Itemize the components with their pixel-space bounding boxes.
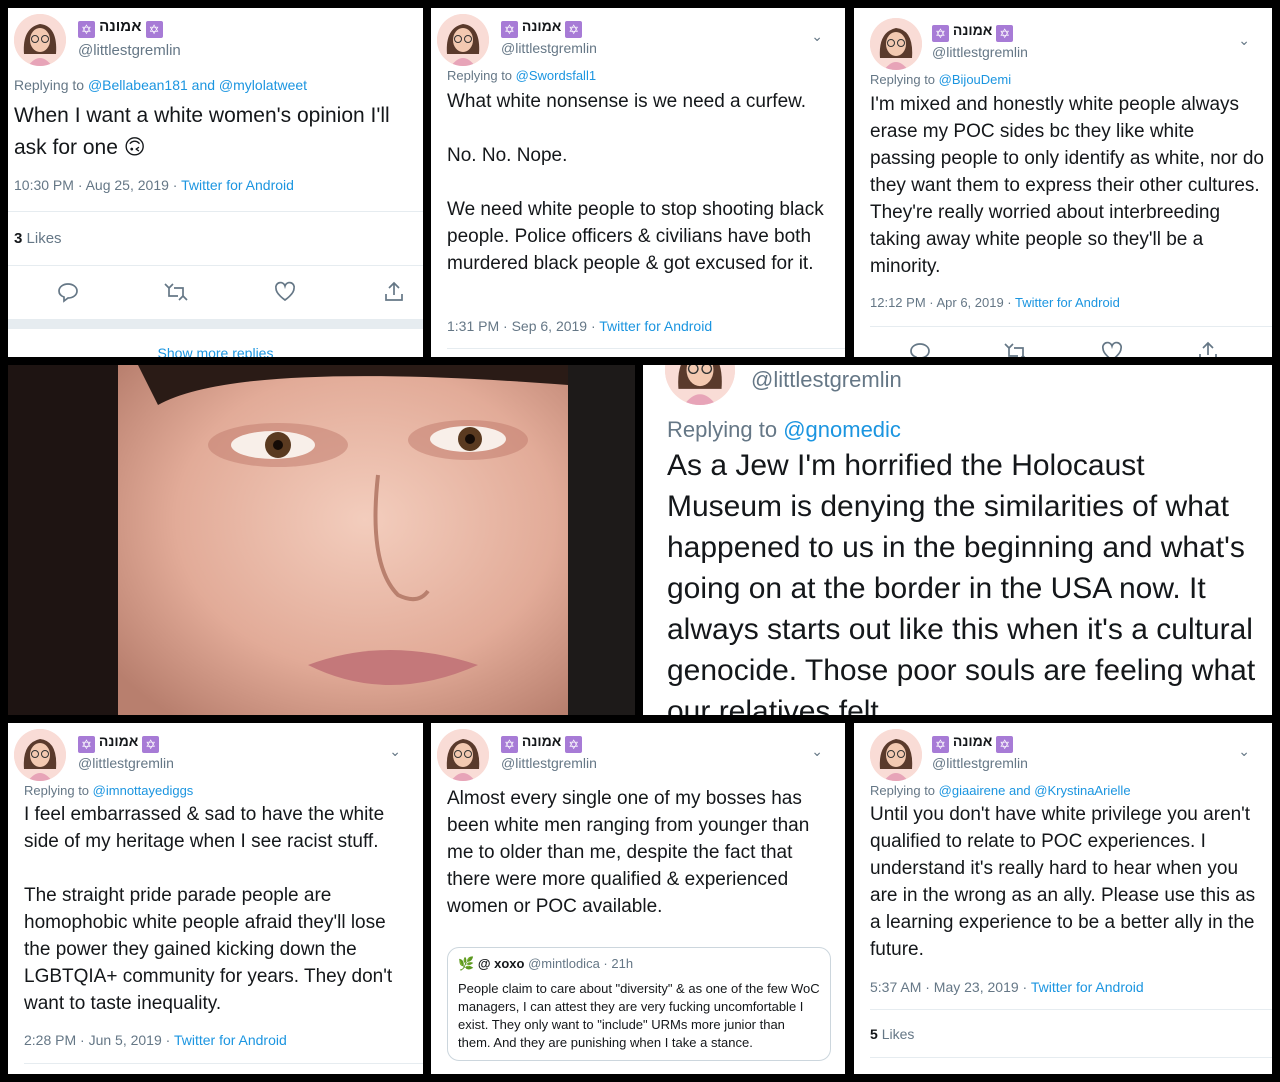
display-name: אמונה bbox=[521, 733, 562, 749]
likes-count[interactable]: 3 Likes bbox=[14, 230, 62, 247]
replying-to: Replying to @Bellabean181 and @mylolatwe… bbox=[14, 77, 308, 93]
replying-to: Replying to @imnottayediggs bbox=[24, 783, 194, 798]
show-more-replies-link[interactable]: Show more replies bbox=[8, 345, 423, 357]
user-handle[interactable]: @littlestgremlin bbox=[932, 755, 1028, 771]
quoted-display-name: @ xoxo bbox=[477, 956, 525, 971]
avatar[interactable] bbox=[665, 365, 735, 405]
reply-mention-link[interactable]: @Swordsfall1 bbox=[516, 68, 596, 83]
tweet-text: I feel embarrassed & sad to have the whi… bbox=[24, 804, 393, 1014]
star-of-david-icon: ✡ bbox=[932, 25, 949, 42]
replying-to: Replying to @gnomedic bbox=[667, 417, 901, 442]
user-handle[interactable]: @littlestgremlin bbox=[78, 42, 181, 59]
avatar[interactable] bbox=[870, 18, 922, 70]
tweet-text: Until you don't have white privilege you… bbox=[870, 804, 1256, 960]
tweet-header: ✡ אמונה ✡ @littlestgremlin ⌄ bbox=[437, 729, 835, 789]
avatar[interactable] bbox=[437, 14, 489, 66]
tweet-text: When I want a white women's opinion I'll… bbox=[14, 104, 390, 159]
tweet-card[interactable]: ✡ אמונה ✡ @littlestgremlin Replying to @… bbox=[8, 8, 423, 357]
reply-mention-link[interactable]: @gnomedic bbox=[783, 417, 901, 442]
chevron-down-icon[interactable]: ⌄ bbox=[1238, 32, 1250, 49]
user-handle[interactable]: @littlestgremlin bbox=[501, 755, 597, 771]
user-handle[interactable]: @littlestgremlin bbox=[932, 44, 1028, 60]
display-name: אמונה bbox=[99, 18, 142, 35]
star-of-david-icon: ✡ bbox=[565, 736, 583, 753]
tweet-source-link[interactable]: Twitter for Android bbox=[1015, 295, 1120, 310]
tweet-header: ✡ אמונה ✡ @littlestgremlin ⌄ bbox=[860, 18, 1262, 78]
display-name: אמונה bbox=[98, 733, 139, 749]
tweet-source-link[interactable]: Twitter for Android bbox=[174, 1032, 287, 1048]
tweet-card-enlarged[interactable]: @littlestgremlin Replying to @gnomedic A… bbox=[643, 365, 1272, 715]
display-name: אמונה bbox=[952, 733, 993, 749]
user-handle[interactable]: @littlestgremlin bbox=[751, 367, 902, 393]
star-of-david-icon: ✡ bbox=[501, 21, 518, 38]
like-heart-icon[interactable] bbox=[1100, 340, 1124, 357]
tweet-card[interactable]: ✡ אמונה ✡ @littlestgremlin ⌄ Replying to… bbox=[854, 8, 1272, 357]
chevron-down-icon[interactable]: ⌄ bbox=[389, 743, 401, 760]
tweet-text: I'm mixed and honestly white people alwa… bbox=[870, 94, 1264, 277]
like-heart-icon[interactable] bbox=[273, 280, 297, 304]
leaf-emoji-icon: 🌿 bbox=[458, 956, 475, 971]
tweet-actions bbox=[8, 280, 423, 310]
quoted-tweet-text: People claim to care about "diversity" &… bbox=[458, 981, 820, 1050]
reply-mention-link[interactable]: @imnottayediggs bbox=[93, 783, 194, 798]
likes-count[interactable]: 5 Likes bbox=[870, 1026, 914, 1042]
tweet-timestamp: 12:12 PM · Apr 6, 2019 · Twitter for And… bbox=[870, 295, 1120, 310]
user-handle[interactable]: @littlestgremlin bbox=[501, 40, 597, 56]
chevron-down-icon[interactable]: ⌄ bbox=[811, 28, 823, 45]
share-icon[interactable] bbox=[382, 280, 406, 304]
star-of-david-icon: ✡ bbox=[142, 736, 160, 753]
tweet-actions bbox=[854, 340, 1272, 357]
tweet-source-link[interactable]: Twitter for Android bbox=[1031, 979, 1144, 995]
retweet-icon[interactable] bbox=[1004, 340, 1028, 357]
tweet-timestamp: 5:37 AM · May 23, 2019 · Twitter for And… bbox=[870, 979, 1144, 995]
chevron-down-icon[interactable]: ⌄ bbox=[811, 743, 823, 760]
quoted-tweet-header: 🌿 @ xoxo @mintlodica · 21h bbox=[458, 956, 820, 972]
tweet-header: ✡ אמונה ✡ @littlestgremlin ⌄ bbox=[14, 729, 413, 789]
quoted-tweet[interactable]: 🌿 @ xoxo @mintlodica · 21h People claim … bbox=[447, 947, 831, 1061]
star-of-david-icon: ✡ bbox=[78, 736, 95, 753]
tweet-card[interactable]: ✡ אמונה ✡ @littlestgremlin ⌄ Replying to… bbox=[8, 723, 423, 1074]
reply-icon[interactable] bbox=[908, 340, 932, 357]
star-of-david-icon: ✡ bbox=[996, 736, 1014, 753]
avatar[interactable] bbox=[870, 729, 922, 781]
user-handle[interactable]: @littlestgremlin bbox=[78, 755, 174, 771]
replying-to: Replying to @BijouDemi bbox=[870, 72, 1012, 87]
reply-mention-link[interactable]: @BijouDemi bbox=[939, 72, 1011, 87]
avatar[interactable] bbox=[437, 729, 489, 781]
quoted-handle: @mintlodica · 21h bbox=[528, 956, 634, 971]
share-icon[interactable] bbox=[1196, 340, 1220, 357]
selfie-photo bbox=[8, 365, 635, 715]
reply-mention-link[interactable]: @Bellabean181 and @mylolatweet bbox=[88, 77, 307, 93]
star-of-david-icon: ✡ bbox=[565, 21, 583, 38]
avatar[interactable] bbox=[14, 729, 66, 781]
tweet-header: ✡ אמונה ✡ @littlestgremlin bbox=[14, 14, 413, 74]
star-of-david-icon: ✡ bbox=[78, 21, 95, 38]
tweet-header: ✡ אמונה ✡ @littlestgremlin ⌄ bbox=[860, 729, 1262, 789]
reply-mention-link[interactable]: @giaairene and @KrystinaArielle bbox=[939, 783, 1131, 798]
tweet-text: What white nonsense is we need a curfew.… bbox=[447, 91, 824, 274]
tweet-header: ✡ אמונה ✡ @littlestgremlin ⌄ bbox=[437, 14, 835, 74]
tweet-card[interactable]: ✡ אמונה ✡ @littlestgremlin ⌄ Replying to… bbox=[854, 723, 1272, 1074]
display-name: אמונה bbox=[952, 22, 993, 38]
star-of-david-icon: ✡ bbox=[932, 736, 949, 753]
tweet-text: Almost every single one of my bosses has… bbox=[447, 788, 810, 917]
chevron-down-icon[interactable]: ⌄ bbox=[1238, 743, 1250, 760]
tweet-text: As a Jew I'm horrified the Holocaust Mus… bbox=[667, 449, 1256, 715]
replying-to: Replying to @Swordsfall1 bbox=[447, 68, 597, 83]
tweet-timestamp: 2:28 PM · Jun 5, 2019 · Twitter for Andr… bbox=[24, 1032, 287, 1048]
tweet-timestamp: 1:31 PM · Sep 6, 2019 · Twitter for Andr… bbox=[447, 318, 713, 334]
tweet-card[interactable]: ✡ אמונה ✡ @littlestgremlin ⌄ Almost ever… bbox=[431, 723, 845, 1074]
tweet-source-link[interactable]: Twitter for Android bbox=[599, 318, 712, 334]
tweet-timestamp: 10:30 PM · Aug 25, 2019 · Twitter for An… bbox=[14, 177, 294, 193]
star-of-david-icon: ✡ bbox=[996, 25, 1014, 42]
star-of-david-icon: ✡ bbox=[501, 736, 518, 753]
avatar[interactable] bbox=[14, 14, 66, 66]
replying-to: Replying to @giaairene and @KrystinaArie… bbox=[870, 783, 1131, 798]
star-of-david-icon: ✡ bbox=[145, 21, 163, 38]
tweet-card[interactable]: ✡ אמונה ✡ @littlestgremlin ⌄ Replying to… bbox=[431, 8, 845, 357]
tweet-source-link[interactable]: Twitter for Android bbox=[181, 177, 294, 193]
reply-icon[interactable] bbox=[56, 280, 80, 304]
display-name: אמונה bbox=[521, 18, 562, 34]
retweet-icon[interactable] bbox=[164, 280, 188, 304]
